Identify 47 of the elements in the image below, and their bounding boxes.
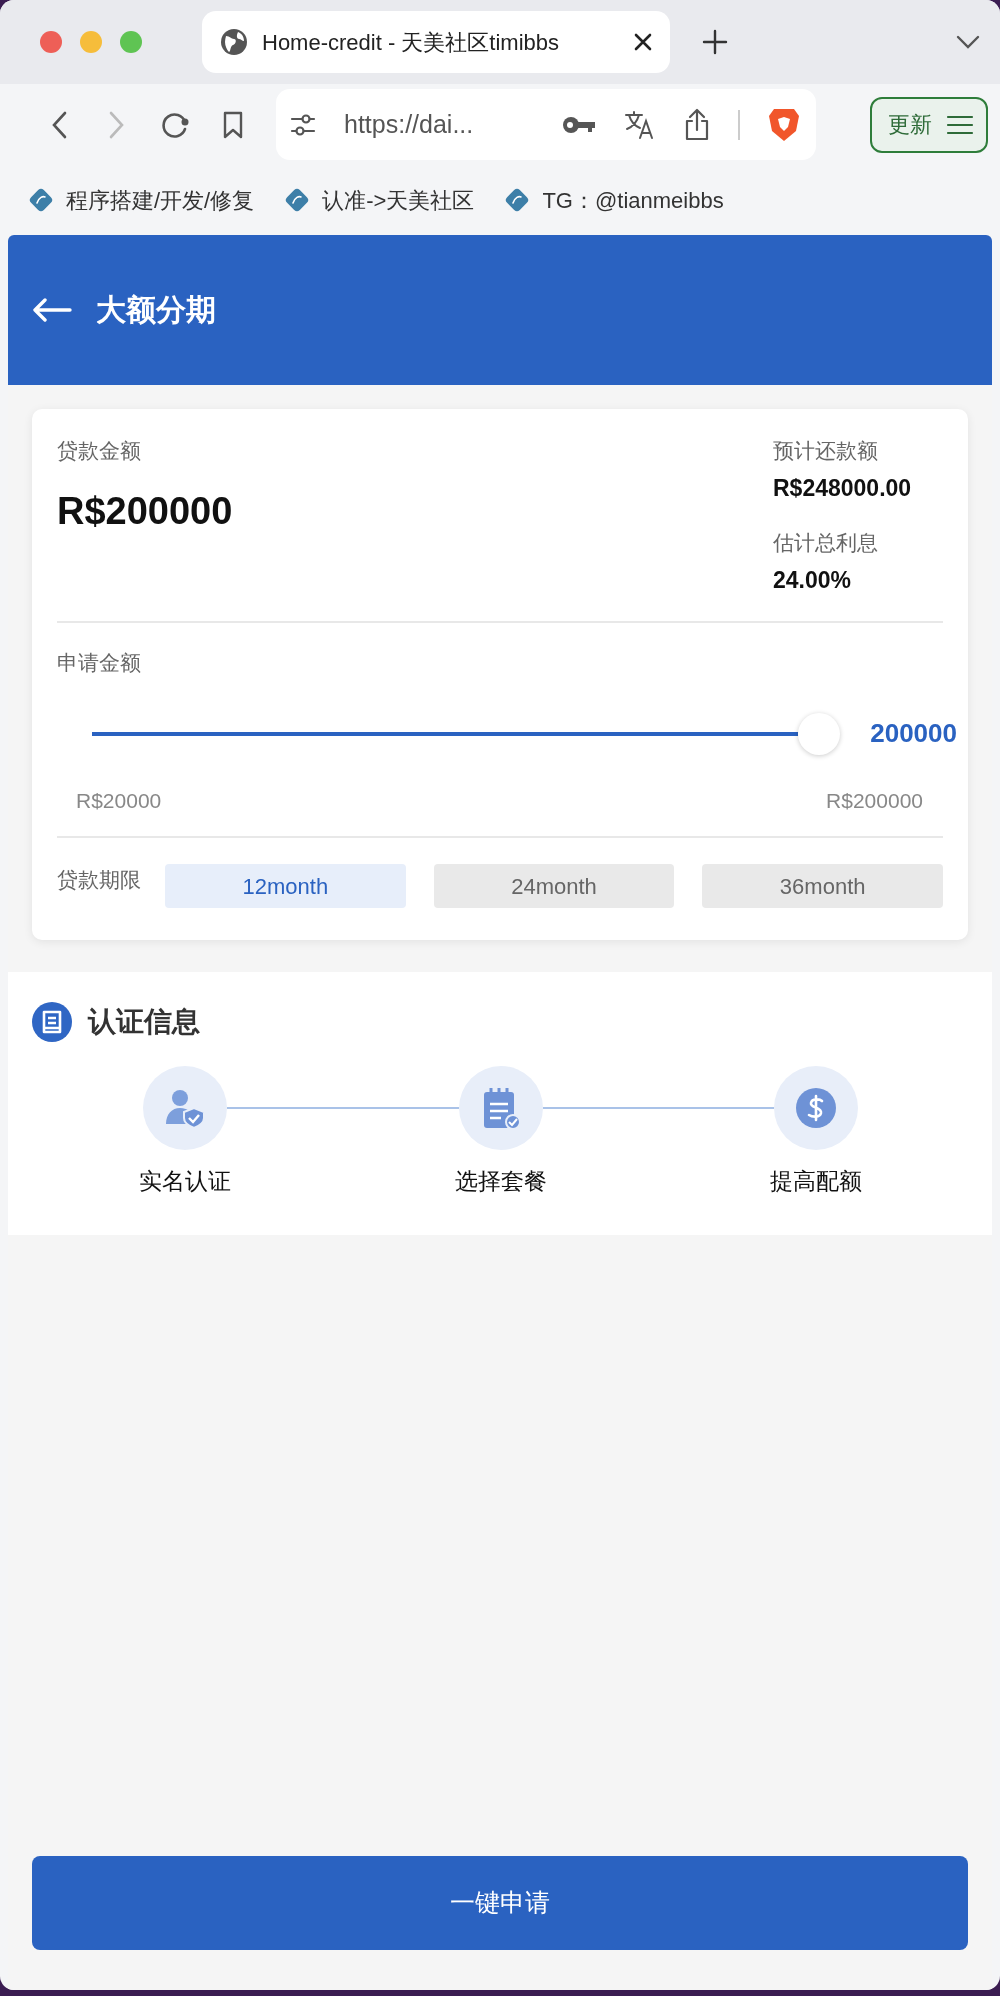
term-option[interactable]: 12month	[165, 864, 406, 908]
step-label: 实名认证	[139, 1167, 231, 1196]
document-icon	[32, 1002, 72, 1042]
user-shield-icon	[164, 1088, 206, 1128]
bookmark-icon	[222, 109, 244, 140]
bookmark-link[interactable]: 程序搭建/开发/修复	[66, 183, 255, 217]
bookmark-link[interactable]: TG：@tianmeibbs	[542, 183, 724, 217]
apply-amount-label: 申请金额	[57, 650, 142, 676]
update-button[interactable]: 更新	[870, 96, 988, 153]
bookmark-link[interactable]: 认准->天美社区	[322, 183, 475, 217]
min-amount: R$20000	[76, 787, 162, 814]
step-label: 选择套餐	[454, 1167, 547, 1196]
slider-value: 200000	[870, 717, 957, 750]
lion-shield-icon[interactable]	[768, 106, 800, 143]
chevron-down-icon[interactable]	[956, 35, 980, 49]
close-window-button[interactable]	[40, 31, 62, 53]
globe-icon	[220, 28, 248, 56]
slider-thumb[interactable]	[798, 712, 841, 755]
back-icon	[51, 110, 67, 139]
translate-icon[interactable]	[624, 108, 656, 141]
interest-value: 24.00%	[773, 565, 852, 595]
repayment-label: 预计还款额	[773, 438, 879, 464]
term-option[interactable]: 24month	[433, 864, 675, 908]
dollar-coin-icon	[795, 1087, 837, 1129]
share-icon[interactable]	[684, 107, 710, 142]
repayment-value: R$248000.00	[773, 473, 913, 503]
new-tab-icon[interactable]	[702, 29, 728, 55]
term-label: 贷款期限	[57, 867, 141, 893]
tab-title: Home-credit - 天美社区timibbs	[262, 28, 561, 57]
max-amount: R$200000	[826, 787, 923, 814]
apply-button[interactable]: 一键申请	[32, 1856, 968, 1950]
interest-label: 估计总利息	[773, 530, 879, 556]
menu-icon	[946, 113, 974, 136]
term-option[interactable]: 36month	[702, 864, 943, 908]
key-icon[interactable]	[562, 114, 596, 135]
amount-label: 贷款金额	[57, 438, 142, 464]
url-text[interactable]: https://dai...	[344, 105, 534, 144]
amount-slider[interactable]	[92, 712, 841, 755]
step-label: 提高配额	[770, 1167, 862, 1196]
browser-tab[interactable]: Home-credit - 天美社区timibbs	[202, 11, 670, 73]
amount-value: R$200000	[57, 488, 233, 534]
close-icon[interactable]	[634, 33, 652, 51]
forward-icon	[109, 110, 125, 139]
page-title: 大额分期	[96, 292, 216, 328]
back-arrow-icon[interactable]	[32, 298, 72, 322]
settings-icon[interactable]	[290, 111, 316, 138]
section-title: 认证信息	[88, 1005, 200, 1039]
